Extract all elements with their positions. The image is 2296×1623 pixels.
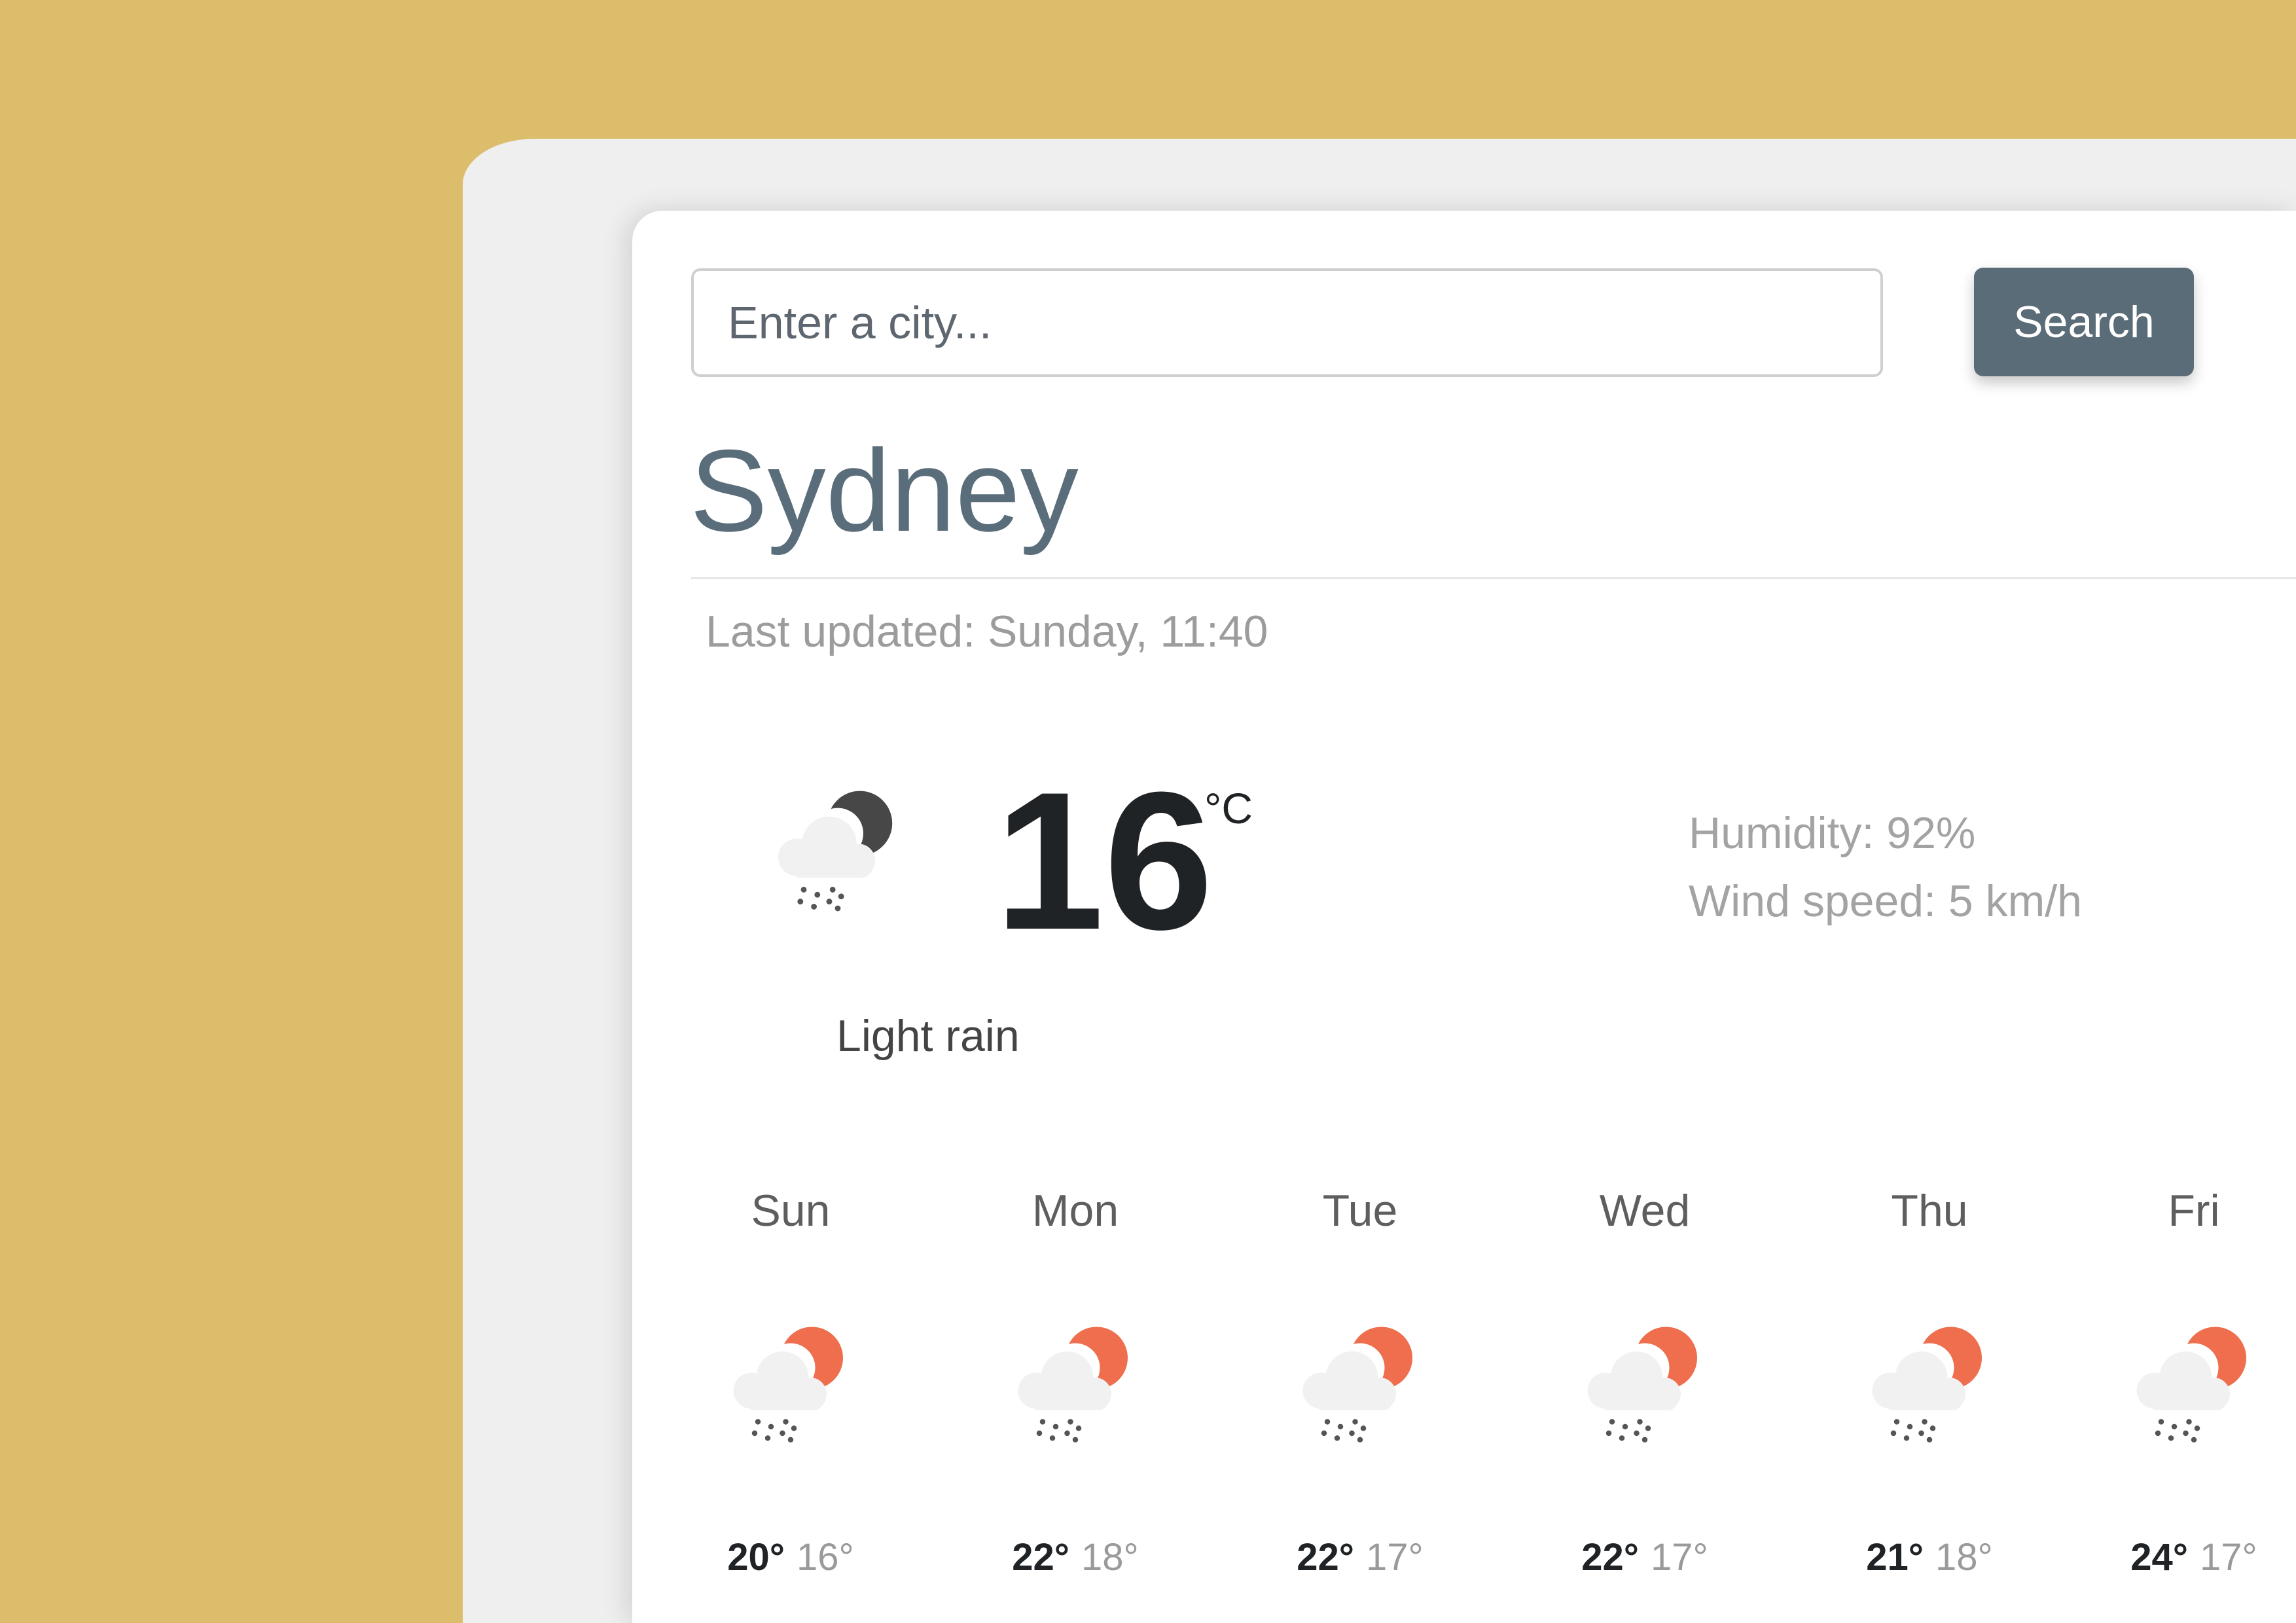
forecast-temps: 24° 17° (2096, 1531, 2292, 1584)
forecast-min-temp: 17° (1366, 1536, 1424, 1578)
forecast-day-sun: Sun 20° 16° (692, 1178, 889, 1597)
forecast-min-temp: 18° (1081, 1536, 1139, 1578)
forecast-temps: 22° 18° (977, 1531, 1174, 1584)
forecast-max-temp: 22° (1581, 1536, 1639, 1578)
forecast-day-wed: Wed 22° 17° (1547, 1178, 1743, 1597)
forecast-day-tue: Tue 22° 17° (1262, 1178, 1458, 1597)
forecast-min-temp: 16° (797, 1536, 854, 1578)
forecast-max-temp: 20° (727, 1536, 785, 1578)
current-temperature: 16 (995, 751, 1213, 971)
forecast-day-label: Wed (1599, 1186, 1691, 1236)
forecast-day-label: Fri (2168, 1186, 2220, 1236)
forecast-day-label: Mon (1031, 1186, 1119, 1236)
temperature-unit[interactable]: °C (1204, 779, 1253, 838)
forecast-max-temp: 24° (2130, 1536, 2188, 1578)
last-updated-text: Last updated: Sunday, 11:40 (706, 607, 1268, 656)
forecast-temps: 21° 18° (1831, 1531, 2028, 1584)
cloud-sun-rain-icon (1302, 1327, 1412, 1443)
cloud-sun-rain-icon (733, 1327, 843, 1443)
forecast-day-label: Tue (1322, 1186, 1398, 1236)
city-name: Sydney (690, 425, 1079, 556)
search-button[interactable]: Search (1974, 268, 2194, 376)
city-search-input[interactable] (691, 268, 1883, 377)
divider (691, 577, 2296, 579)
forecast-min-temp: 17° (2200, 1536, 2257, 1578)
forecast-temps: 22° 17° (1262, 1531, 1458, 1584)
forecast-day-mon: Mon 22° 18° (977, 1178, 1174, 1597)
forecast-day-thu: Thu 21° 18° (1831, 1178, 2028, 1597)
forecast-min-temp: 18° (1935, 1536, 1993, 1578)
humidity-text: Humidity: 92% (1689, 808, 1976, 858)
forecast-max-temp: 22° (1012, 1536, 1069, 1578)
forecast-temps: 22° 17° (1547, 1531, 1743, 1584)
cloud-sun-rain-icon (2136, 1327, 2246, 1443)
night-cloud-rain-icon (778, 791, 893, 912)
weather-condition: Light rain (836, 1011, 1020, 1061)
cloud-sun-rain-icon (1018, 1327, 1128, 1443)
forecast-min-temp: 17° (1651, 1536, 1708, 1578)
forecast-day-label: Sun (751, 1186, 831, 1236)
forecast-max-temp: 22° (1297, 1536, 1354, 1578)
forecast-temps: 20° 16° (692, 1531, 889, 1584)
forecast-day-label: Thu (1891, 1186, 1968, 1236)
cloud-sun-rain-icon (1587, 1327, 1697, 1443)
cloud-sun-rain-icon (1872, 1327, 1982, 1443)
forecast-day-fri: Fri 24° 17° (2096, 1178, 2292, 1597)
forecast-max-temp: 21° (1866, 1536, 1924, 1578)
wind-speed-text: Wind speed: 5 km/h (1689, 876, 2082, 926)
